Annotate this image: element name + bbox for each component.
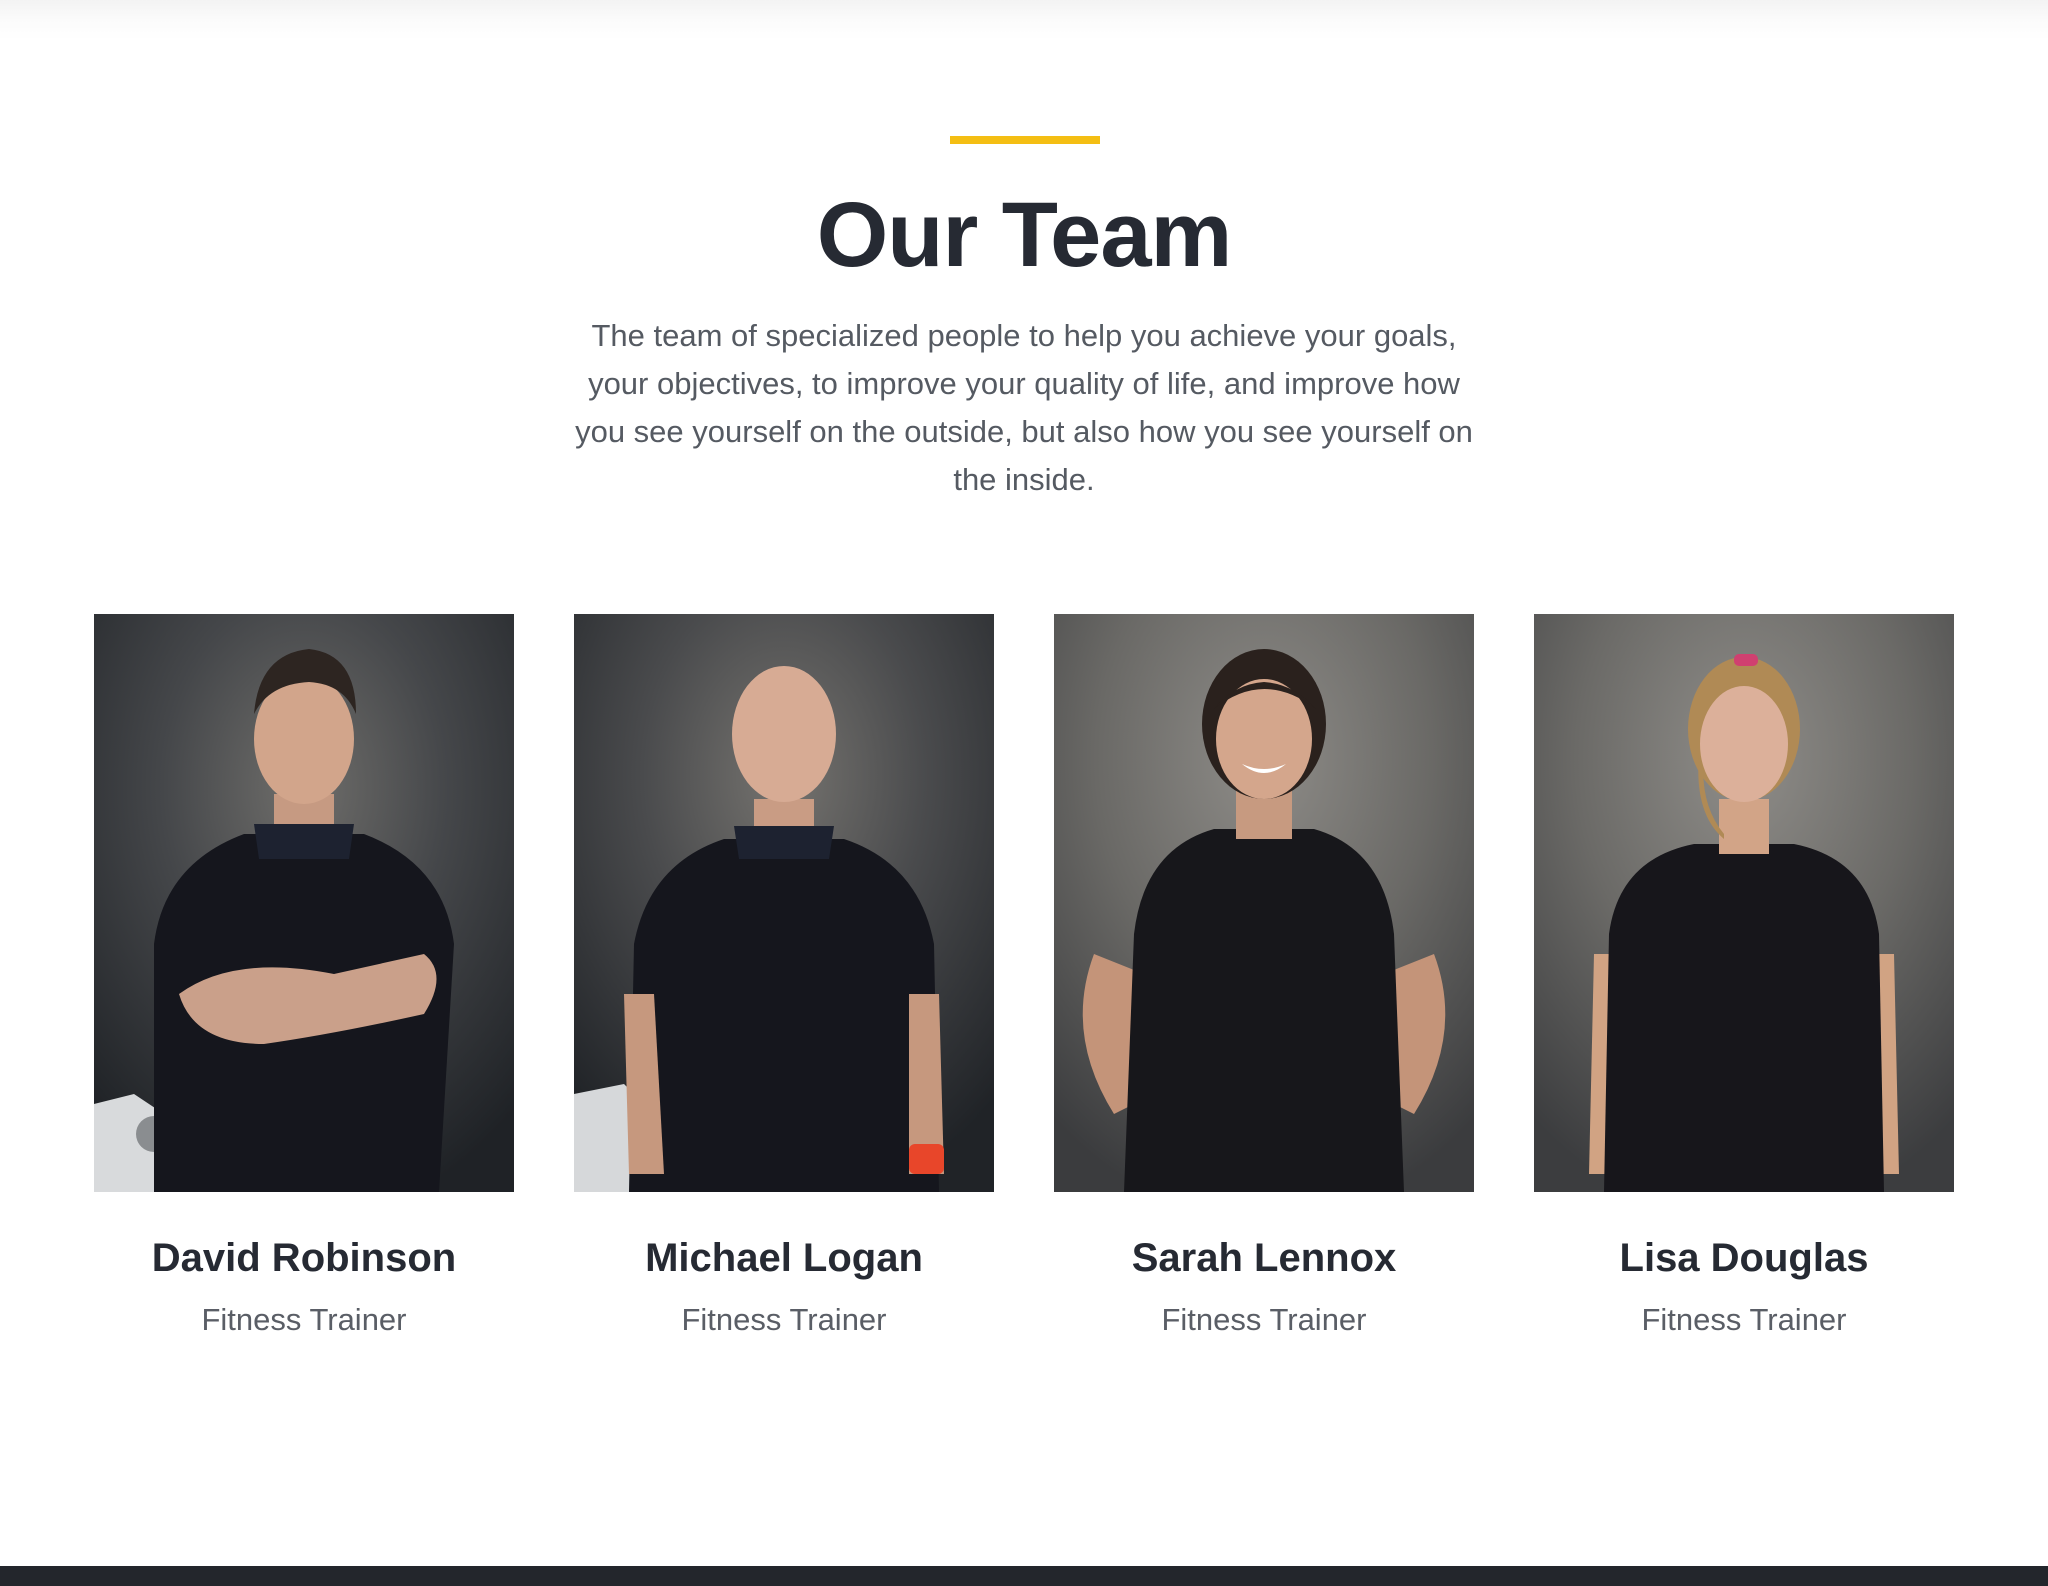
header-shadow xyxy=(0,0,2048,40)
team-member-role: Fitness Trainer xyxy=(201,1302,407,1337)
team-member-photo xyxy=(1054,614,1474,1192)
section-description: The team of specialized people to help y… xyxy=(575,318,1473,497)
section-title: Our Team xyxy=(816,184,1233,286)
team-member-name: Michael Logan xyxy=(645,1236,923,1280)
team-member-card: David Robinson Fitness Trainer xyxy=(94,614,514,1340)
team-member-name: Sarah Lennox xyxy=(1131,1236,1397,1280)
team-member-card: Lisa Douglas Fitness Trainer xyxy=(1534,614,1954,1340)
team-member-name: Lisa Douglas xyxy=(1619,1236,1869,1280)
team-member-name: David Robinson xyxy=(151,1236,457,1280)
team-member-photo xyxy=(574,614,994,1192)
title-accent-bar xyxy=(950,136,1100,144)
team-member-photo xyxy=(94,614,514,1192)
team-section: Our Team The team of specialized people … xyxy=(0,0,2048,1586)
team-member-role: Fitness Trainer xyxy=(681,1302,887,1337)
team-member-role: Fitness Trainer xyxy=(1641,1302,1847,1337)
team-member-photo xyxy=(1534,614,1954,1192)
team-member-role: Fitness Trainer xyxy=(1161,1302,1367,1337)
team-member-card: Sarah Lennox Fitness Trainer xyxy=(1054,614,1474,1340)
footer-strip xyxy=(0,1566,2048,1586)
team-member-card: Michael Logan Fitness Trainer xyxy=(574,614,994,1340)
